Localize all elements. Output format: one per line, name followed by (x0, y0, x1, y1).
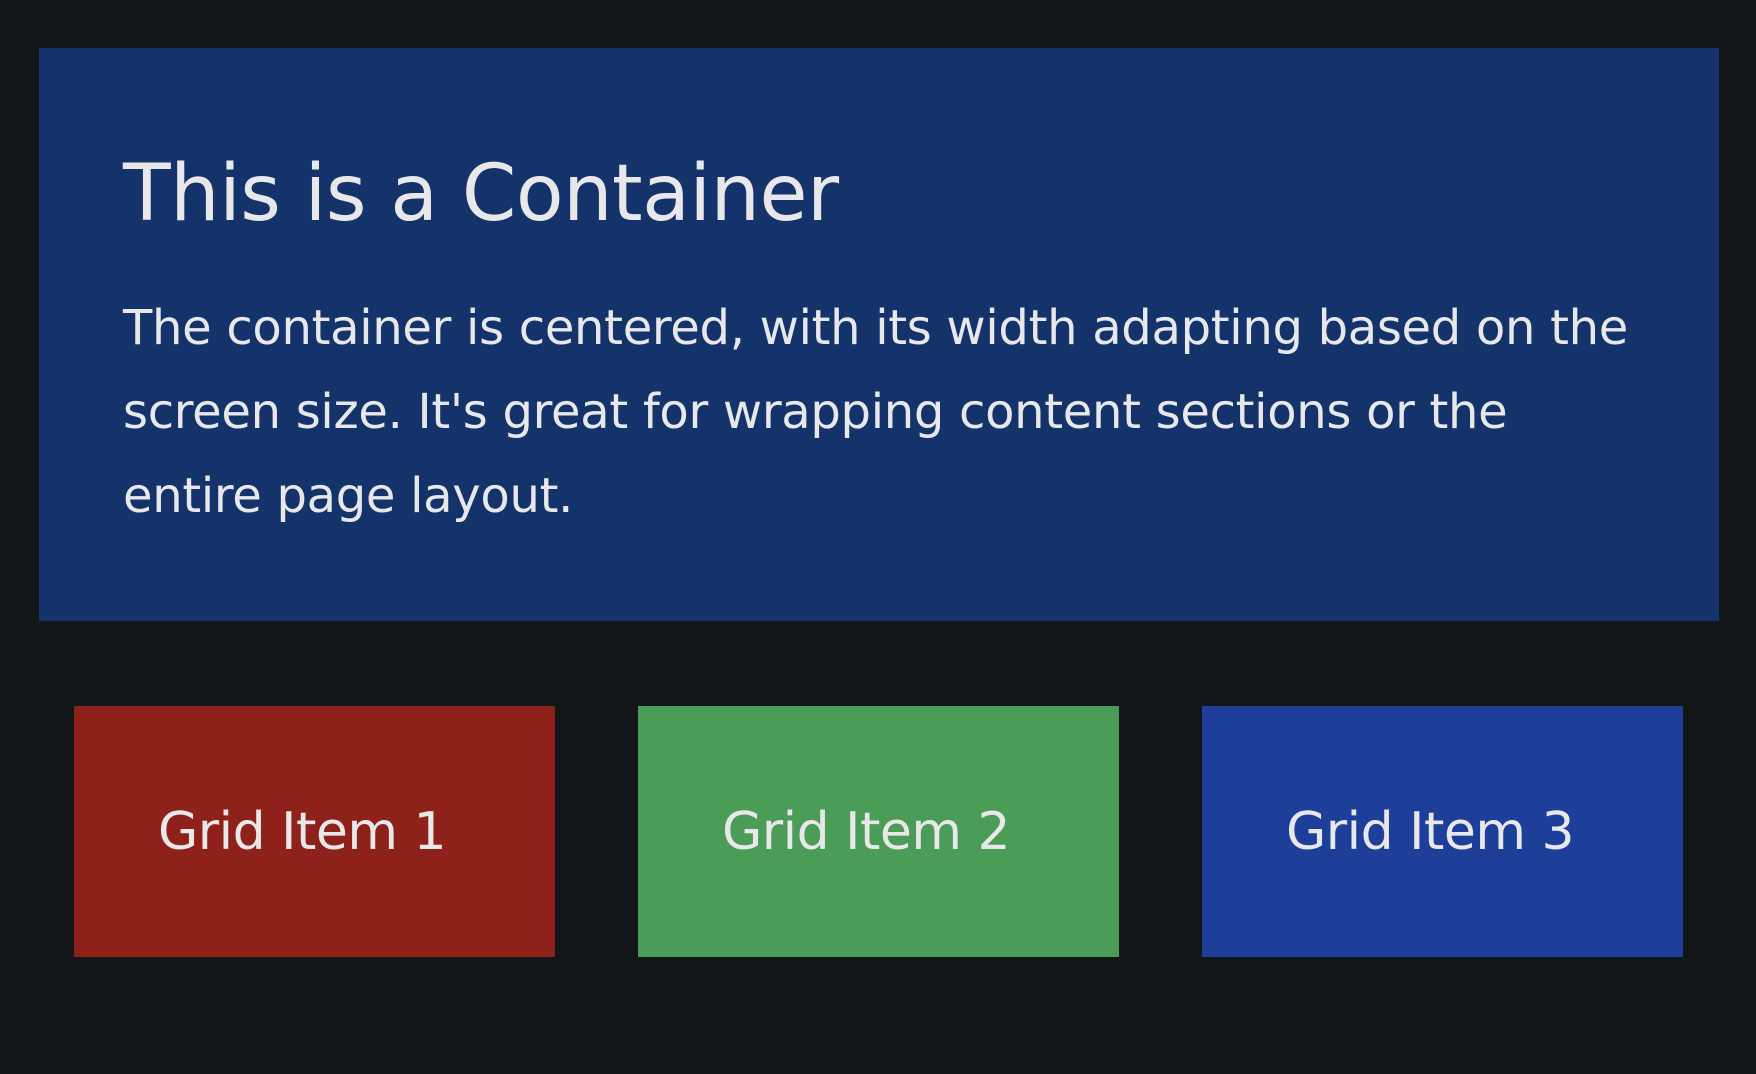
grid: Grid Item 1 Grid Item 2 Grid Item 3 (74, 706, 1684, 957)
grid-item-2: Grid Item 2 (638, 706, 1119, 957)
page: { "container": { "title": "This is a Con… (0, 0, 1756, 1074)
content-container: This is a Container The container is cen… (39, 48, 1719, 621)
grid-item-1: Grid Item 1 (74, 706, 555, 957)
grid-item-label: Grid Item 3 (1286, 801, 1575, 862)
container-description: The container is centered, with its widt… (123, 300, 1628, 524)
grid-item-label: Grid Item 1 (158, 801, 447, 862)
grid-item-3: Grid Item 3 (1202, 706, 1683, 957)
grid-item-label: Grid Item 2 (722, 801, 1011, 862)
container-title: This is a Container (123, 149, 839, 239)
